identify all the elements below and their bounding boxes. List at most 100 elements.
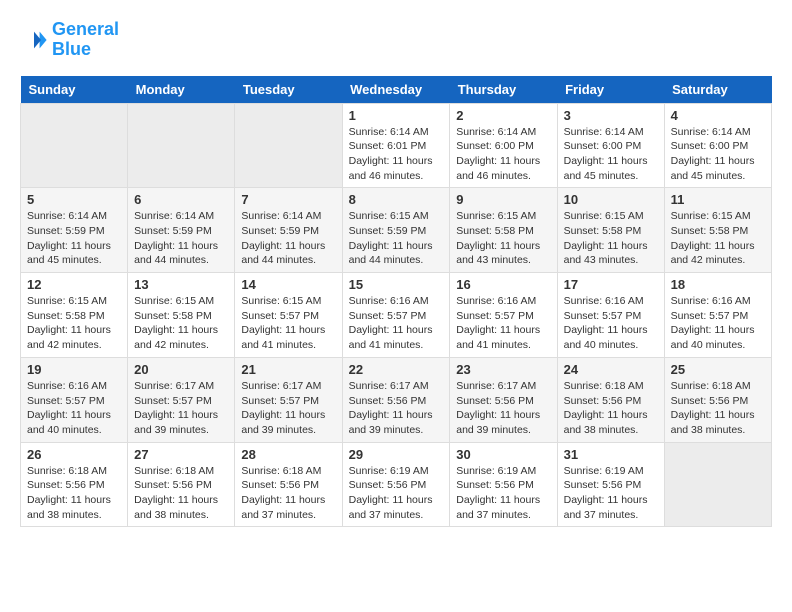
day-number: 9: [456, 192, 550, 207]
calendar-cell: 2Sunrise: 6:14 AM Sunset: 6:00 PM Daylig…: [450, 103, 557, 188]
calendar-table: SundayMondayTuesdayWednesdayThursdayFrid…: [20, 76, 772, 528]
day-info: Sunrise: 6:15 AM Sunset: 5:58 PM Dayligh…: [671, 209, 765, 268]
calendar-cell: 12 Sunrise: 6:15 AM Sunset: 5:58 PM Dayli…: [21, 273, 128, 358]
day-info: Sunrise: 6:18 AM Sunset: 5:56 PM Dayligh…: [241, 464, 335, 523]
day-info: Sunrise: 6:17 AM Sunset: 5:56 PM Dayligh…: [349, 379, 444, 438]
calendar-cell: 11 Sunrise: 6:15 AM Sunset: 5:58 PM Dayli…: [664, 188, 771, 273]
logo-text: General Blue: [52, 20, 119, 60]
calendar-cell: 6Sunrise: 6:14 AM Sunset: 5:59 PM Daylig…: [128, 188, 235, 273]
week-row-0: 1Sunrise: 6:14 AM Sunset: 6:01 PM Daylig…: [21, 103, 772, 188]
calendar-cell: 26 Sunrise: 6:18 AM Sunset: 5:56 PM Dayli…: [21, 442, 128, 527]
day-info: Sunrise: 6:14 AM Sunset: 5:59 PM Dayligh…: [134, 209, 228, 268]
day-number: 20: [134, 362, 228, 377]
day-info: Sunrise: 6:17 AM Sunset: 5:57 PM Dayligh…: [241, 379, 335, 438]
day-info: Sunrise: 6:18 AM Sunset: 5:56 PM Dayligh…: [27, 464, 121, 523]
day-number: 31: [564, 447, 658, 462]
day-number: 22: [349, 362, 444, 377]
day-info: Sunrise: 6:14 AM Sunset: 6:00 PM Dayligh…: [456, 125, 550, 184]
calendar-cell: 22 Sunrise: 6:17 AM Sunset: 5:56 PM Dayli…: [342, 357, 450, 442]
calendar-cell: 28 Sunrise: 6:18 AM Sunset: 5:56 PM Dayli…: [235, 442, 342, 527]
day-info: Sunrise: 6:18 AM Sunset: 5:56 PM Dayligh…: [134, 464, 228, 523]
day-info: Sunrise: 6:16 AM Sunset: 5:57 PM Dayligh…: [671, 294, 765, 353]
day-number: 8: [349, 192, 444, 207]
day-info: Sunrise: 6:14 AM Sunset: 5:59 PM Dayligh…: [241, 209, 335, 268]
calendar-cell: 5 Sunrise: 6:14 AM Sunset: 5:59 PM Daylig…: [21, 188, 128, 273]
day-info: Sunrise: 6:17 AM Sunset: 5:57 PM Dayligh…: [134, 379, 228, 438]
day-number: 14: [241, 277, 335, 292]
calendar-header-row: SundayMondayTuesdayWednesdayThursdayFrid…: [21, 76, 772, 104]
day-info: Sunrise: 6:15 AM Sunset: 5:58 PM Dayligh…: [134, 294, 228, 353]
day-info: Sunrise: 6:17 AM Sunset: 5:56 PM Dayligh…: [456, 379, 550, 438]
day-number: 5: [27, 192, 121, 207]
day-info: Sunrise: 6:19 AM Sunset: 5:56 PM Dayligh…: [564, 464, 658, 523]
calendar-cell: [235, 103, 342, 188]
day-info: Sunrise: 6:18 AM Sunset: 5:56 PM Dayligh…: [564, 379, 658, 438]
calendar-cell: 15 Sunrise: 6:16 AM Sunset: 5:57 PM Dayli…: [342, 273, 450, 358]
week-row-2: 12 Sunrise: 6:15 AM Sunset: 5:58 PM Dayli…: [21, 273, 772, 358]
calendar-cell: 1Sunrise: 6:14 AM Sunset: 6:01 PM Daylig…: [342, 103, 450, 188]
day-number: 11: [671, 192, 765, 207]
calendar-cell: 3 Sunrise: 6:14 AM Sunset: 6:00 PM Daylig…: [557, 103, 664, 188]
day-header-monday: Monday: [128, 76, 235, 104]
day-number: 27: [134, 447, 228, 462]
day-info: Sunrise: 6:16 AM Sunset: 5:57 PM Dayligh…: [27, 379, 121, 438]
day-info: Sunrise: 6:16 AM Sunset: 5:57 PM Dayligh…: [349, 294, 444, 353]
calendar-cell: [664, 442, 771, 527]
calendar-cell: 9Sunrise: 6:15 AM Sunset: 5:58 PM Daylig…: [450, 188, 557, 273]
day-header-friday: Friday: [557, 76, 664, 104]
calendar-cell: 31 Sunrise: 6:19 AM Sunset: 5:56 PM Dayli…: [557, 442, 664, 527]
calendar-cell: 21 Sunrise: 6:17 AM Sunset: 5:57 PM Dayli…: [235, 357, 342, 442]
day-number: 19: [27, 362, 121, 377]
day-number: 17: [564, 277, 658, 292]
day-number: 1: [349, 108, 444, 123]
day-info: Sunrise: 6:16 AM Sunset: 5:57 PM Dayligh…: [456, 294, 550, 353]
week-row-1: 5 Sunrise: 6:14 AM Sunset: 5:59 PM Daylig…: [21, 188, 772, 273]
day-number: 7: [241, 192, 335, 207]
calendar-cell: 20 Sunrise: 6:17 AM Sunset: 5:57 PM Dayli…: [128, 357, 235, 442]
day-header-sunday: Sunday: [21, 76, 128, 104]
day-info: Sunrise: 6:19 AM Sunset: 5:56 PM Dayligh…: [456, 464, 550, 523]
day-header-thursday: Thursday: [450, 76, 557, 104]
day-number: 3: [564, 108, 658, 123]
day-info: Sunrise: 6:15 AM Sunset: 5:58 PM Dayligh…: [27, 294, 121, 353]
day-number: 24: [564, 362, 658, 377]
day-number: 12: [27, 277, 121, 292]
day-info: Sunrise: 6:14 AM Sunset: 5:59 PM Dayligh…: [27, 209, 121, 268]
calendar-cell: 14 Sunrise: 6:15 AM Sunset: 5:57 PM Dayli…: [235, 273, 342, 358]
day-number: 21: [241, 362, 335, 377]
calendar-cell: 29Sunrise: 6:19 AM Sunset: 5:56 PM Dayli…: [342, 442, 450, 527]
calendar-cell: 19 Sunrise: 6:16 AM Sunset: 5:57 PM Dayli…: [21, 357, 128, 442]
day-number: 4: [671, 108, 765, 123]
day-header-wednesday: Wednesday: [342, 76, 450, 104]
day-info: Sunrise: 6:16 AM Sunset: 5:57 PM Dayligh…: [564, 294, 658, 353]
day-info: Sunrise: 6:19 AM Sunset: 5:56 PM Dayligh…: [349, 464, 444, 523]
calendar-cell: [128, 103, 235, 188]
calendar-cell: 25Sunrise: 6:18 AM Sunset: 5:56 PM Dayli…: [664, 357, 771, 442]
week-row-4: 26 Sunrise: 6:18 AM Sunset: 5:56 PM Dayli…: [21, 442, 772, 527]
calendar-cell: 30Sunrise: 6:19 AM Sunset: 5:56 PM Dayli…: [450, 442, 557, 527]
calendar-cell: 7 Sunrise: 6:14 AM Sunset: 5:59 PM Daylig…: [235, 188, 342, 273]
calendar-cell: 4Sunrise: 6:14 AM Sunset: 6:00 PM Daylig…: [664, 103, 771, 188]
day-info: Sunrise: 6:15 AM Sunset: 5:57 PM Dayligh…: [241, 294, 335, 353]
day-info: Sunrise: 6:15 AM Sunset: 5:59 PM Dayligh…: [349, 209, 444, 268]
day-info: Sunrise: 6:14 AM Sunset: 6:00 PM Dayligh…: [564, 125, 658, 184]
day-number: 10: [564, 192, 658, 207]
day-number: 13: [134, 277, 228, 292]
calendar-cell: 24 Sunrise: 6:18 AM Sunset: 5:56 PM Dayli…: [557, 357, 664, 442]
day-number: 26: [27, 447, 121, 462]
day-header-saturday: Saturday: [664, 76, 771, 104]
calendar-cell: 13 Sunrise: 6:15 AM Sunset: 5:58 PM Dayli…: [128, 273, 235, 358]
calendar-cell: 18 Sunrise: 6:16 AM Sunset: 5:57 PM Dayli…: [664, 273, 771, 358]
calendar-cell: 23 Sunrise: 6:17 AM Sunset: 5:56 PM Dayli…: [450, 357, 557, 442]
day-number: 25: [671, 362, 765, 377]
calendar-cell: 17 Sunrise: 6:16 AM Sunset: 5:57 PM Dayli…: [557, 273, 664, 358]
logo-icon: [20, 26, 48, 54]
calendar-cell: 8 Sunrise: 6:15 AM Sunset: 5:59 PM Daylig…: [342, 188, 450, 273]
day-number: 28: [241, 447, 335, 462]
day-number: 18: [671, 277, 765, 292]
day-number: 15: [349, 277, 444, 292]
calendar-cell: [21, 103, 128, 188]
calendar-cell: 16Sunrise: 6:16 AM Sunset: 5:57 PM Dayli…: [450, 273, 557, 358]
page-header: General Blue: [20, 20, 772, 60]
day-number: 23: [456, 362, 550, 377]
